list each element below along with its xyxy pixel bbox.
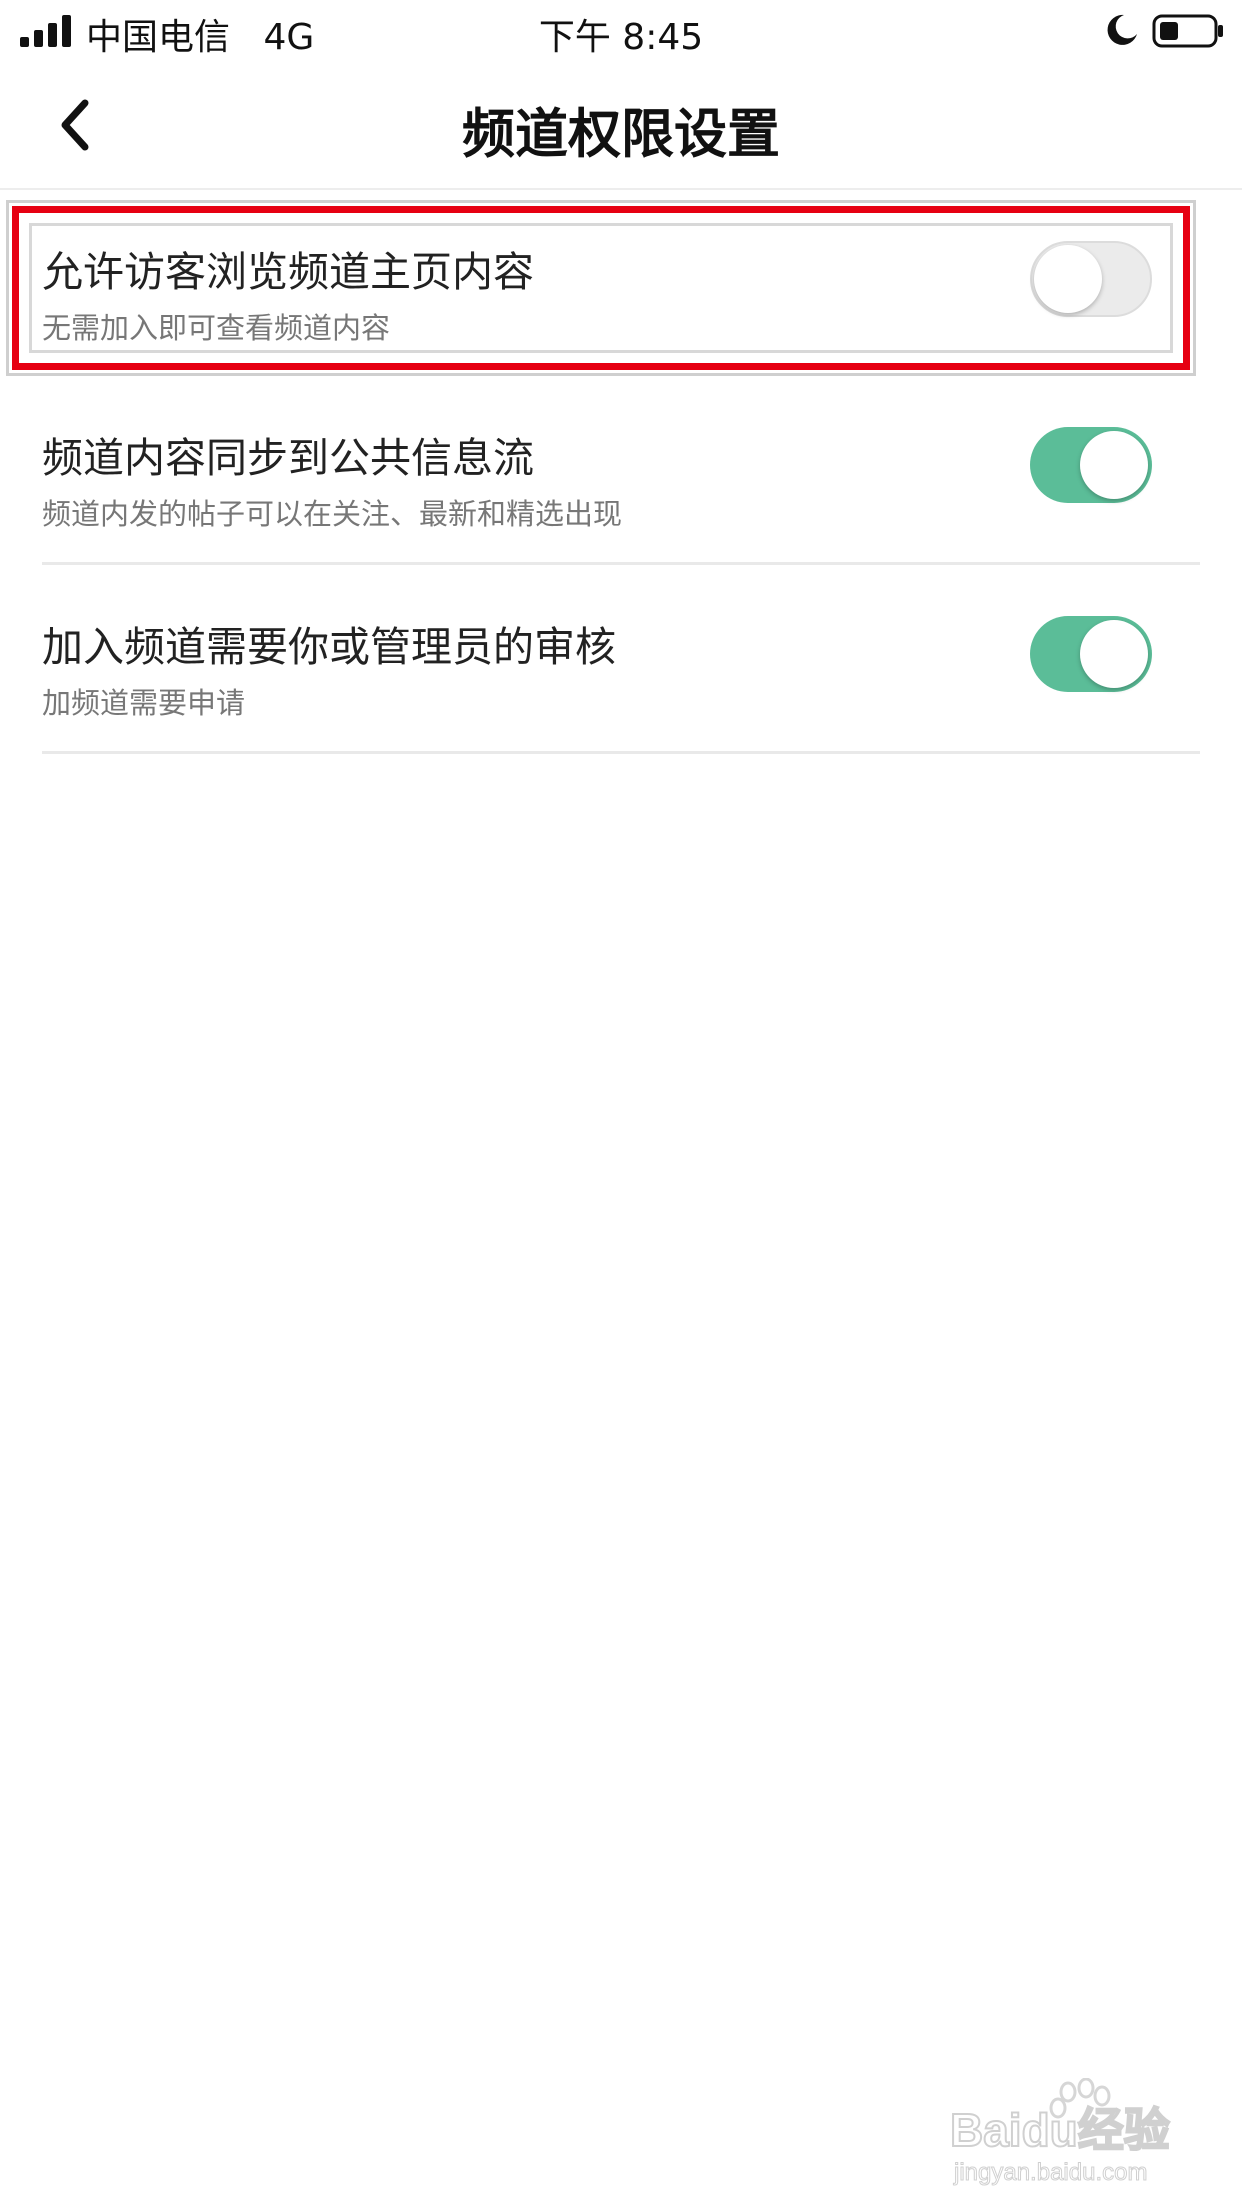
settings-list: 允许访客浏览频道主页内容 无需加入即可查看频道内容 频道内容同步到公共信息流 频… <box>0 190 1242 754</box>
do-not-disturb-moon-icon <box>1107 14 1137 45</box>
baidu-jingyan-watermark: Baidu经验 jingyan.baidu.com <box>950 2078 1171 2187</box>
setting-title: 允许访客浏览频道主页内容 <box>42 248 534 296</box>
sync-public-feed-toggle[interactable] <box>1030 427 1152 503</box>
toggle-knob <box>1080 620 1148 688</box>
guest-browse-toggle[interactable] <box>1030 241 1152 317</box>
setting-row-join-review: 加入频道需要你或管理员的审核 加频道需要申请 <box>42 565 1200 754</box>
navigation-bar: 频道权限设置 <box>0 62 1242 190</box>
setting-title: 加入频道需要你或管理员的审核 <box>42 623 616 671</box>
setting-row-sync-public-feed: 频道内容同步到公共信息流 频道内发的帖子可以在关注、最新和精选出现 <box>42 376 1200 565</box>
watermark-url-text: jingyan.baidu.com <box>953 2159 1147 2186</box>
status-bar: 中国电信 4G 下午 8:45 <box>0 0 1242 62</box>
setting-title: 频道内容同步到公共信息流 <box>42 434 534 482</box>
setting-row-guest-browse: 允许访客浏览频道主页内容 无需加入即可查看频道内容 <box>42 190 1200 376</box>
join-review-toggle[interactable] <box>1030 616 1152 692</box>
setting-subtitle: 频道内发的帖子可以在关注、最新和精选出现 <box>42 497 623 531</box>
setting-subtitle: 加频道需要申请 <box>42 686 246 720</box>
toggle-knob <box>1080 431 1148 499</box>
page-title: 频道权限设置 <box>462 104 780 165</box>
status-time: 下午 8:45 <box>538 17 704 58</box>
toggle-knob <box>1034 245 1102 313</box>
setting-subtitle: 无需加入即可查看频道内容 <box>42 311 391 345</box>
battery-icon <box>1152 14 1223 48</box>
watermark-brand-text: Baidu经验 <box>950 2104 1170 2156</box>
